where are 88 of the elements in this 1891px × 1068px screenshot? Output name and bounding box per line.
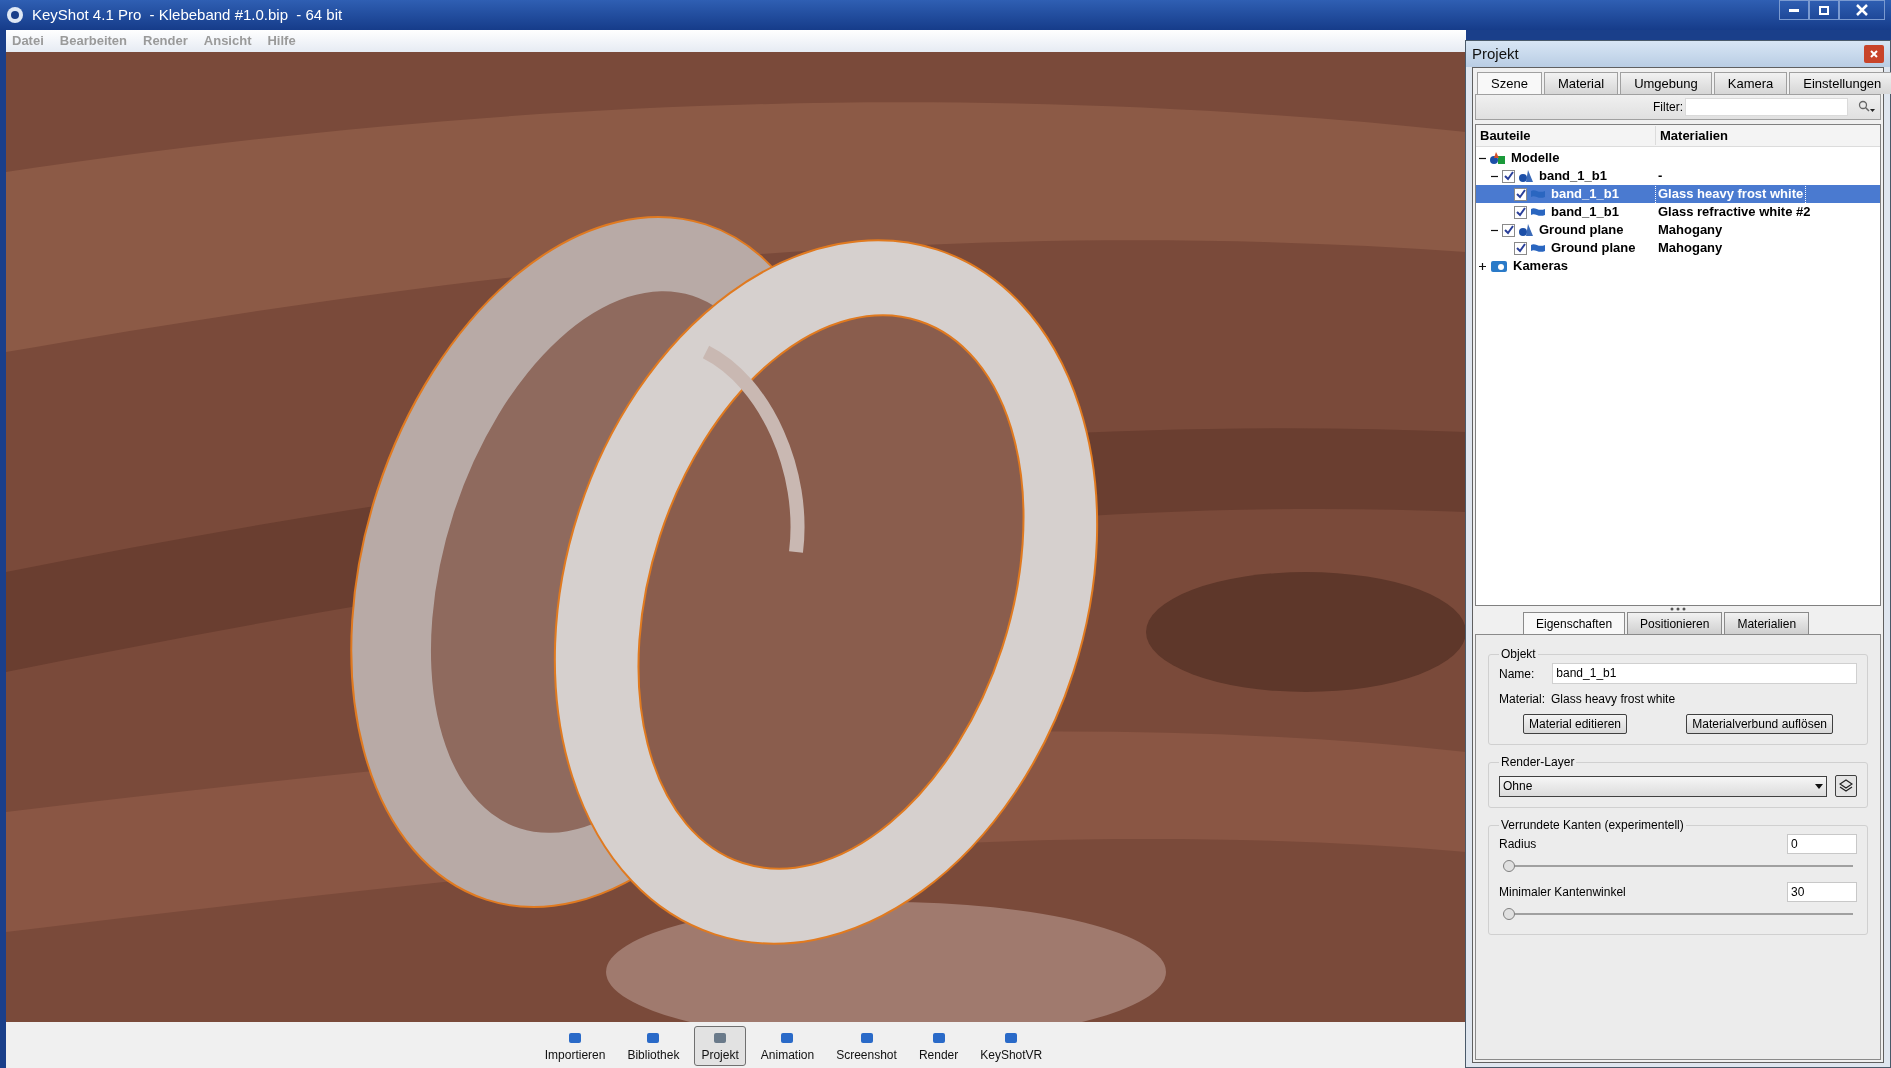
column-header[interactable]: Materialien xyxy=(1656,125,1728,146)
tab[interactable]: Szene xyxy=(1477,72,1542,94)
tree-item[interactable]: Modelle xyxy=(1511,148,1560,168)
toolbar-button[interactable]: KeyShotVR xyxy=(973,1026,1050,1066)
tab[interactable]: Positionieren xyxy=(1627,612,1723,634)
camera-icon xyxy=(1490,259,1508,273)
action-button[interactable]: Material editieren xyxy=(1523,714,1628,734)
tab[interactable]: Kamera xyxy=(1713,72,1788,94)
window-title: KeyShot 4.1 Pro - Klebeband #1.0.bip - 64 bit xyxy=(32,4,343,25)
slider-label: Minimaler Kantenwinkel xyxy=(1499,884,1626,901)
close-icon xyxy=(1856,4,1868,16)
toolbar-button[interactable]: Projekt xyxy=(694,1026,746,1066)
toolbar-icon xyxy=(779,1030,796,1046)
expand-toggle-icon[interactable] xyxy=(1478,261,1487,271)
maximize-button[interactable] xyxy=(1809,0,1839,20)
checkbox[interactable] xyxy=(1502,223,1515,237)
checkbox[interactable] xyxy=(1514,205,1527,219)
splitter-grip-icon[interactable] xyxy=(1669,607,1687,611)
tab[interactable]: Material xyxy=(1543,72,1619,94)
minimize-button[interactable] xyxy=(1779,0,1809,20)
value-field[interactable]: 0 xyxy=(1787,834,1857,854)
name-label: Name: xyxy=(1499,665,1535,683)
shapes-icon xyxy=(1518,223,1534,237)
slider-thumb[interactable] xyxy=(1503,860,1515,872)
material-cell-text: - xyxy=(1657,167,1664,186)
filter-field[interactable] xyxy=(1685,98,1848,116)
layers-icon xyxy=(1839,779,1853,793)
slider-track[interactable] xyxy=(1503,860,1853,872)
search-icon[interactable] xyxy=(1858,100,1876,114)
checkmark-icon xyxy=(1515,207,1526,217)
checkbox[interactable] xyxy=(1514,187,1527,201)
material-cell-text: Glass refractive white #2 xyxy=(1657,203,1812,222)
tree-item[interactable]: Kameras xyxy=(1513,256,1568,276)
close-button[interactable] xyxy=(1839,0,1885,20)
toolbar-button[interactable]: Screenshot xyxy=(829,1026,904,1066)
tree-item[interactable]: Ground plane xyxy=(1551,238,1636,258)
panel-title: Projekt xyxy=(1472,43,1519,64)
material-value: Glass heavy frost white xyxy=(1551,691,1676,708)
tree-item[interactable]: band_1_b1 xyxy=(1551,184,1619,204)
slider-track[interactable] xyxy=(1503,908,1853,920)
material-cell-text: Mahogany xyxy=(1657,239,1724,258)
material-label: Material: xyxy=(1499,691,1545,708)
dropdown-arrow-icon xyxy=(1815,783,1823,789)
close-button[interactable] xyxy=(1864,45,1884,63)
name-field[interactable]: band_1_b1 xyxy=(1552,663,1857,684)
checkmark-icon xyxy=(1515,189,1526,199)
part-icon xyxy=(1530,242,1546,254)
group-title: Objekt xyxy=(1500,646,1537,663)
app-logo-icon xyxy=(6,6,24,24)
action-button[interactable]: Materialverbund auflösen xyxy=(1686,714,1833,734)
part-icon xyxy=(1530,206,1546,218)
tree-item[interactable]: Ground plane xyxy=(1539,220,1624,240)
tab[interactable]: Umgebung xyxy=(1620,72,1712,94)
slider-thumb[interactable] xyxy=(1503,908,1515,920)
group-title: Verrundete Kanten (experimentell) xyxy=(1500,817,1685,834)
toolbar-icon xyxy=(645,1030,662,1046)
slider-label: Radius xyxy=(1499,836,1537,853)
checkmark-icon xyxy=(1503,225,1514,235)
toolbar-button[interactable]: Render xyxy=(911,1026,966,1066)
toolbar-button[interactable]: Animation xyxy=(753,1026,822,1066)
shapes-icon xyxy=(1518,169,1534,183)
layers-button[interactable] xyxy=(1835,775,1857,797)
tab[interactable]: Materialien xyxy=(1724,612,1810,634)
filter-label: Filter: xyxy=(1653,99,1683,116)
tree-item[interactable]: band_1_b1 xyxy=(1551,202,1619,222)
toolbar-icon xyxy=(930,1030,947,1046)
column-header[interactable]: Bauteile xyxy=(1476,125,1656,146)
tab[interactable]: Einstellungen xyxy=(1789,72,1891,94)
toolbar-icon xyxy=(858,1030,875,1046)
checkbox[interactable] xyxy=(1514,241,1527,255)
toolbar-icon xyxy=(712,1030,729,1046)
value-field[interactable]: 30 xyxy=(1787,882,1857,902)
checkbox[interactable] xyxy=(1502,169,1515,183)
toolbar-icon xyxy=(1003,1030,1020,1046)
toolbar-button[interactable]: Bibliothek xyxy=(620,1026,687,1066)
layer-dropdown[interactable]: Ohne xyxy=(1499,775,1827,797)
toolbar-icon xyxy=(567,1030,584,1046)
part-icon xyxy=(1530,188,1546,200)
material-cell-text: Mahogany xyxy=(1657,221,1724,240)
tab[interactable]: Eigenschaften xyxy=(1523,612,1626,634)
group-title: Render-Layer xyxy=(1500,754,1576,771)
checkmark-icon xyxy=(1515,243,1526,253)
tree-item[interactable]: band_1_b1 xyxy=(1539,166,1607,186)
material-cell: Glass heavy frost white xyxy=(1656,184,1806,204)
checkmark-icon xyxy=(1503,171,1514,181)
objects-icon xyxy=(1490,151,1506,165)
close-icon xyxy=(1870,50,1878,58)
toolbar-button[interactable]: Importieren xyxy=(537,1026,613,1066)
